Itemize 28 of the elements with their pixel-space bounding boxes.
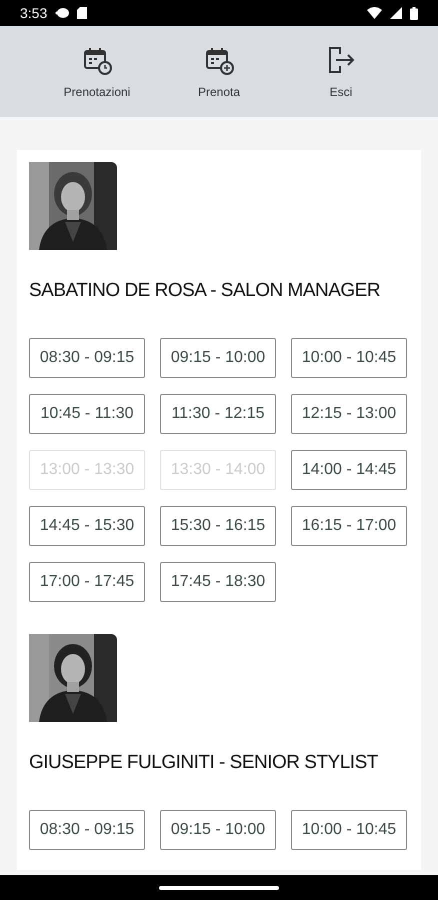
stylist-name: SABATINO DE ROSA - SALON MANAGER [29,280,380,302]
home-indicator[interactable] [159,886,279,890]
exit-icon [326,44,356,74]
time-slot-button[interactable]: 11:30 - 12:15 [160,394,276,434]
time-slot-button[interactable]: 16:15 - 17:00 [291,506,407,546]
nav-tab[interactable]: Prenota [158,26,280,117]
nav-tab[interactable]: Prenotazioni [36,26,158,117]
wifi-icon [367,7,382,19]
battery-icon [410,6,418,20]
sd-card-icon [77,7,88,19]
time-slot-button[interactable]: 17:45 - 18:30 [160,562,276,602]
time-slot-button[interactable]: 14:00 - 14:45 [291,450,407,490]
stylist-name: GIUSEPPE FULGINITI - SENIOR STYLIST [29,752,378,774]
time-slot-button[interactable]: 15:30 - 16:15 [160,506,276,546]
time-slot-button[interactable]: 17:00 - 17:45 [29,562,145,602]
time-slot-button[interactable]: 14:45 - 15:30 [29,506,145,546]
time-slot-button[interactable]: 10:00 - 10:45 [291,338,407,378]
nav-tab[interactable]: Esci [280,26,402,117]
time-slot-button[interactable]: 08:30 - 09:15 [29,810,145,850]
time-slot-button[interactable]: 12:15 - 13:00 [291,394,407,434]
time-slot-button[interactable]: 10:45 - 11:30 [29,394,145,434]
chat-icon [55,7,70,19]
time-slot-button[interactable]: 08:30 - 09:15 [29,338,145,378]
time-slot-button[interactable]: 09:15 - 10:00 [160,338,276,378]
signal-icon [390,7,402,19]
time-slot-button[interactable]: 10:00 - 10:45 [291,810,407,850]
clock-time: 3:53 [20,5,48,21]
time-slot-button[interactable]: 09:15 - 10:00 [160,810,276,850]
